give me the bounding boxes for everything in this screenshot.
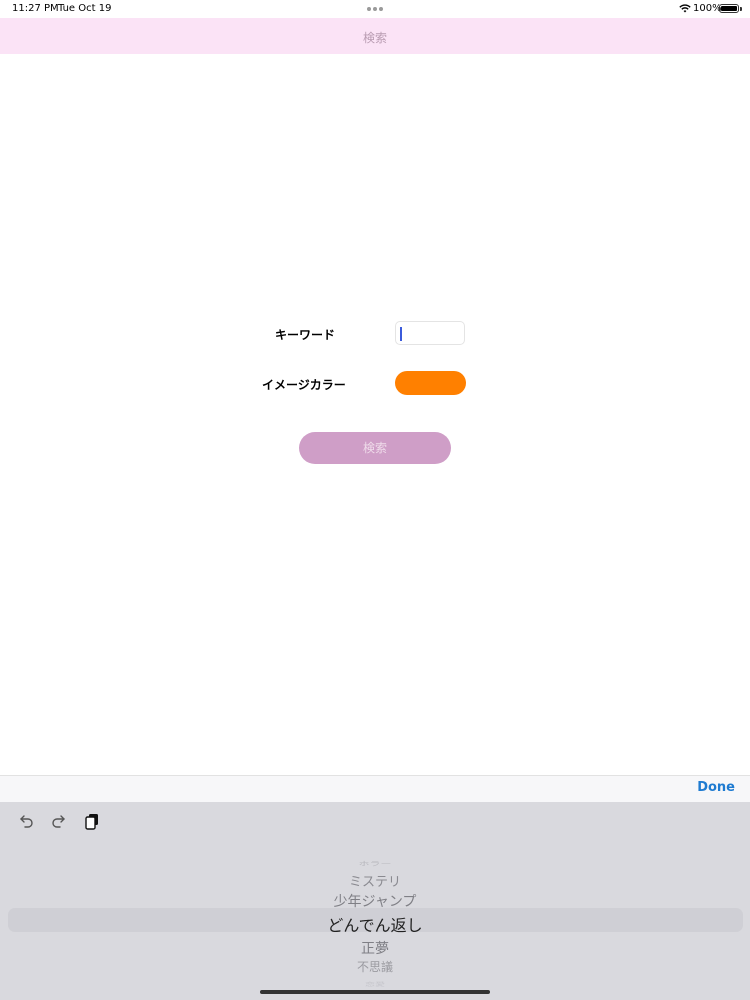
paste-icon[interactable] bbox=[83, 812, 101, 830]
status-time: 11:27 PM bbox=[12, 3, 59, 14]
image-color-picker-button[interactable] bbox=[395, 371, 466, 395]
picker-item[interactable]: 正夢 bbox=[0, 938, 750, 958]
navigation-bar: 検索 bbox=[0, 18, 750, 54]
image-color-label: イメージカラー bbox=[262, 378, 346, 392]
picker-keyboard: ホラー ミステリ 少年ジャンプ どんでん返し 正夢 不思議 恋愛 bbox=[0, 802, 750, 1000]
page-title: 検索 bbox=[362, 31, 387, 45]
picker-item[interactable]: 不思議 bbox=[0, 958, 750, 975]
picker-item[interactable]: ミステリ bbox=[0, 871, 750, 890]
status-date: Tue Oct 19 bbox=[58, 3, 112, 14]
genre-picker-wheel[interactable]: ホラー ミステリ 少年ジャンプ どんでん返し 正夢 不思議 恋愛 bbox=[0, 848, 750, 987]
status-bar: 11:27 PM Tue Oct 19 100% bbox=[0, 0, 750, 18]
keyword-input[interactable] bbox=[395, 321, 465, 345]
redo-icon[interactable] bbox=[50, 812, 68, 830]
home-indicator bbox=[260, 990, 490, 994]
multitasking-dots-icon[interactable] bbox=[367, 7, 383, 11]
picker-item[interactable]: ホラー bbox=[0, 860, 750, 869]
search-button[interactable]: 検索 bbox=[299, 432, 451, 464]
picker-item-selected[interactable]: どんでん返し bbox=[0, 912, 750, 936]
picker-item[interactable]: 恋愛 bbox=[0, 980, 750, 988]
done-button[interactable]: Done bbox=[697, 780, 735, 795]
wifi-icon bbox=[679, 4, 691, 13]
input-accessory-bar: Done bbox=[0, 775, 750, 802]
undo-icon[interactable] bbox=[17, 812, 35, 830]
text-cursor bbox=[400, 327, 402, 341]
keyword-label: キーワード bbox=[275, 328, 336, 342]
battery-icon bbox=[719, 4, 742, 13]
picker-item[interactable]: 少年ジャンプ bbox=[0, 891, 750, 911]
battery-percent: 100% bbox=[693, 3, 722, 14]
